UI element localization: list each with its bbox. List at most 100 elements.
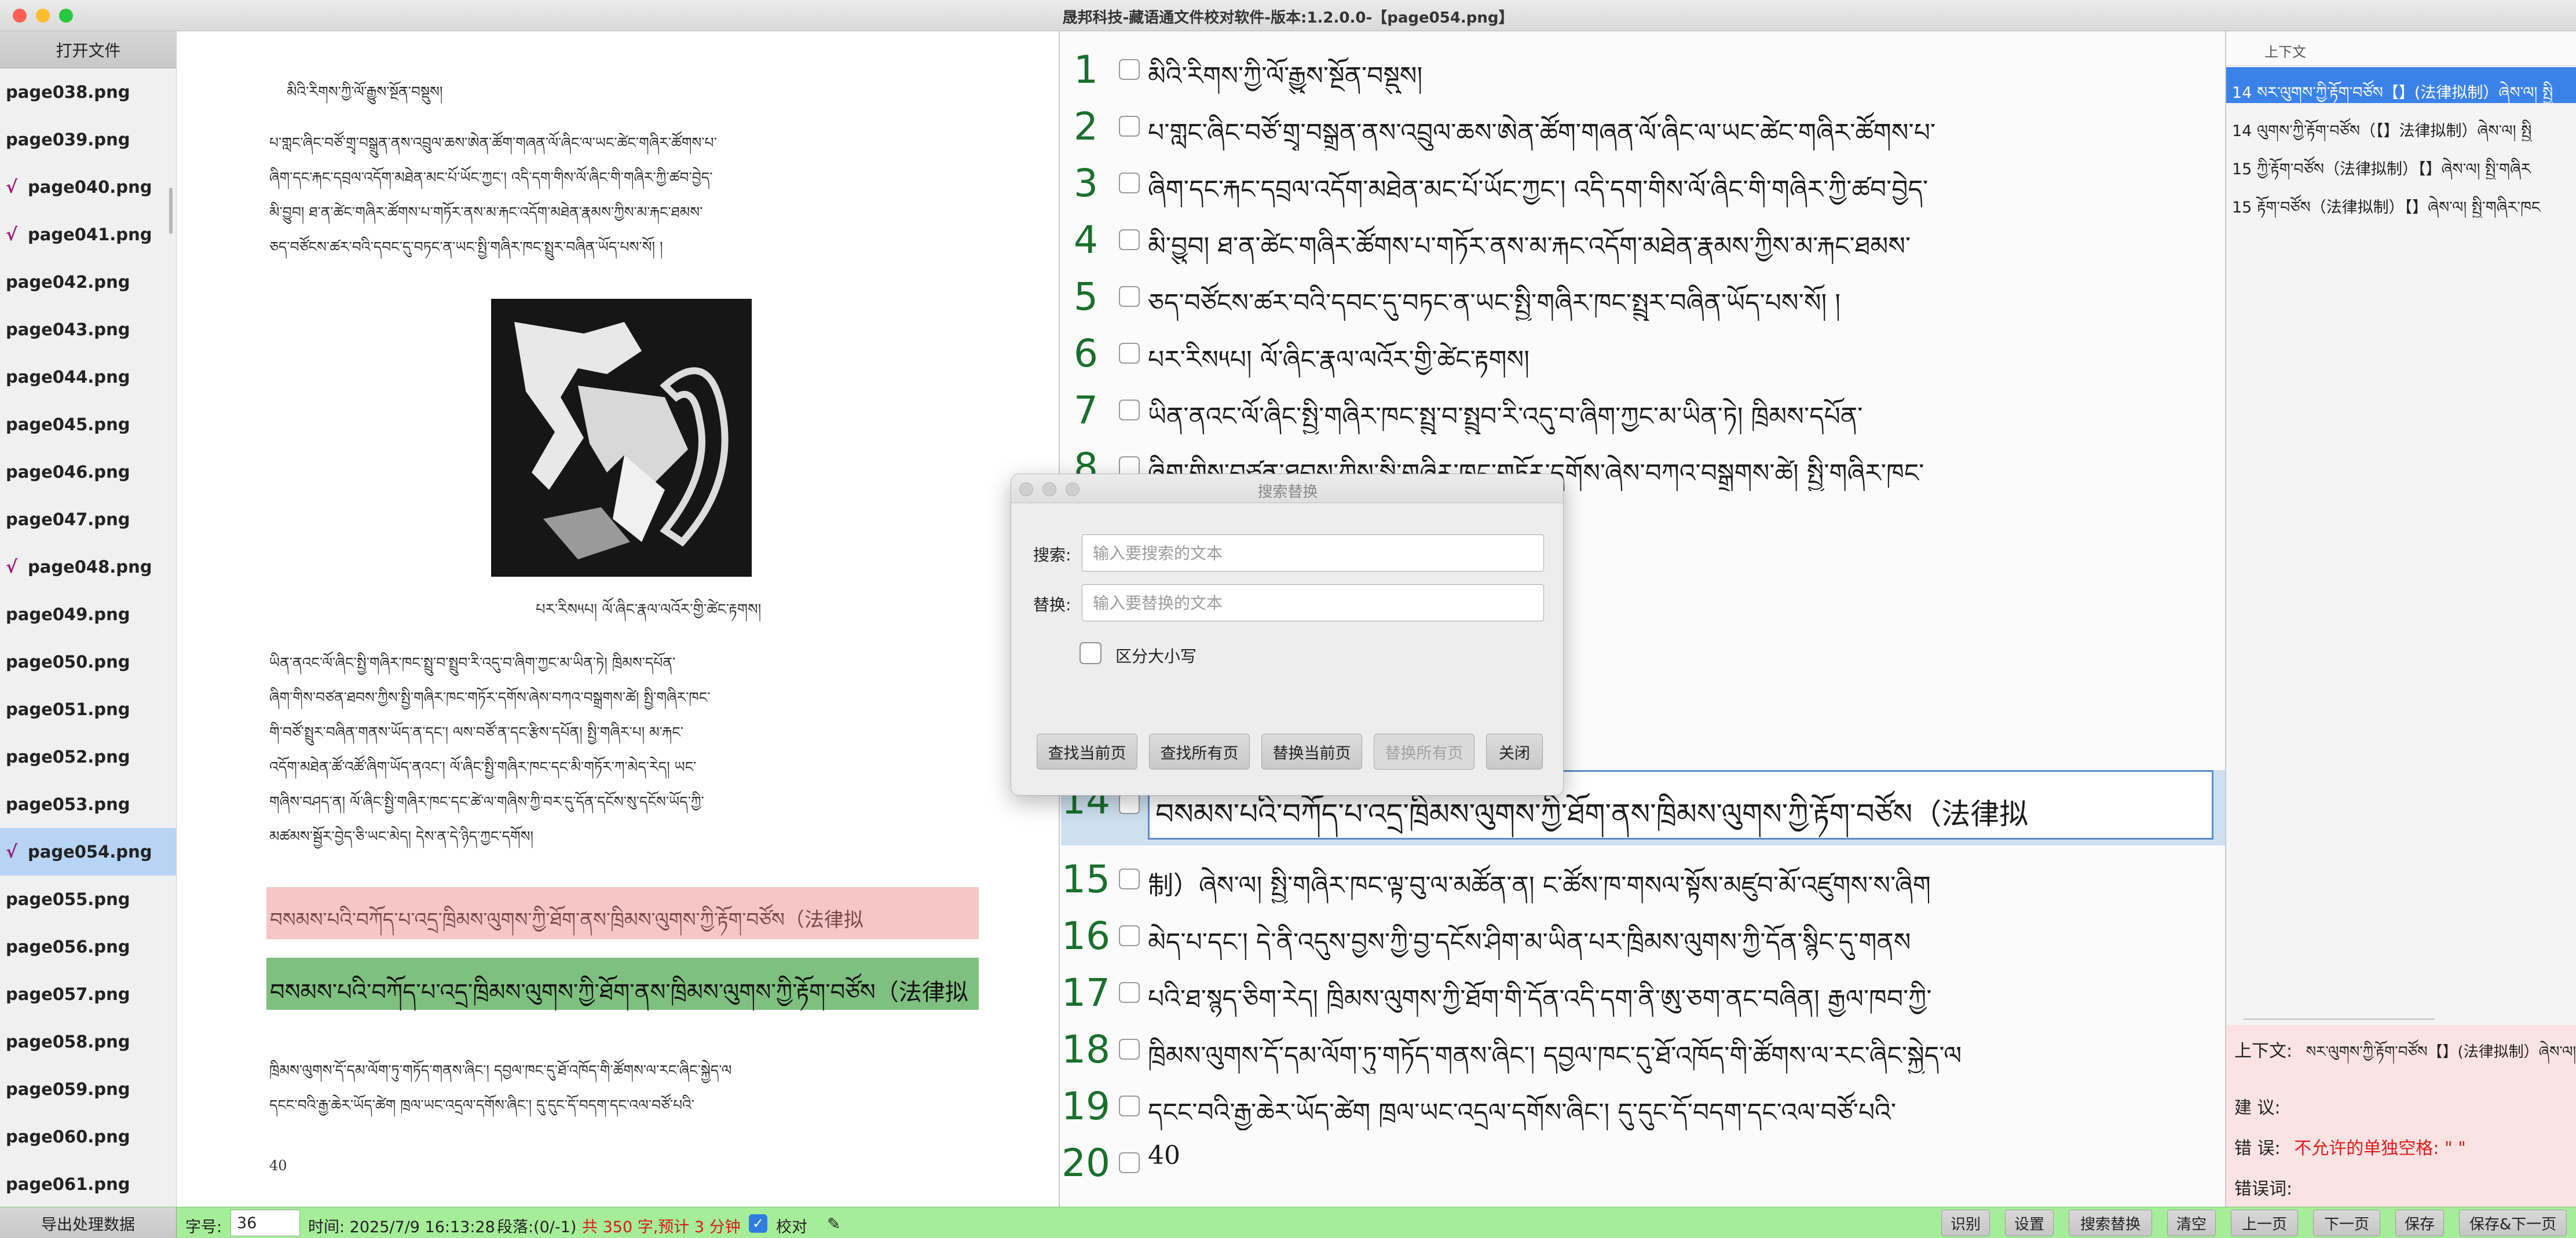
file-item[interactable]: page060.png: [0, 1113, 176, 1160]
line-checkbox[interactable]: [1119, 59, 1140, 80]
file-item[interactable]: √ page041.png: [0, 211, 176, 258]
line-text-field[interactable]: མིའི་རིགས་ཀྱི་ལོ་རྒྱུས་སྔོན་བསྡུས།: [1148, 47, 2213, 94]
file-item[interactable]: page038.png: [0, 68, 176, 116]
search-replace-dialog: 搜索替换 搜索: 替换: 区分大小写 查找当前页 查找所有页 替换当前页 替换所…: [1011, 474, 1564, 796]
context-item[interactable]: 14 ལུགས་ཀྱི་རྟོག་བཙོས（【】法律拟制）ཞེས་ལ། སྤྱི: [2226, 105, 2576, 141]
file-item[interactable]: page057.png: [0, 970, 176, 1018]
line-checkbox[interactable]: [1119, 343, 1140, 364]
file-item-label: page047.png: [6, 510, 130, 529]
replace-all-pages-button[interactable]: 替换所有页: [1374, 734, 1474, 770]
proof-checkbox[interactable]: ✓: [749, 1214, 767, 1233]
dialog-close-button[interactable]: 关闭: [1486, 734, 1543, 770]
find-all-pages-button[interactable]: 查找所有页: [1149, 734, 1250, 770]
line-text-field[interactable]: ཅད་བཙོངས་ཚར་བའི་དབང་དུ་བཏང་ན་ཡང་སྤྱི་གཞི…: [1148, 274, 2213, 321]
file-item[interactable]: page059.png: [0, 1065, 176, 1113]
line-checkbox[interactable]: [1119, 400, 1140, 420]
editor-line: 2 པ་གླང་ཞིང་བཙོ་གྲྭ་བསྒྲུན་ནས་འབྲུལ་ཆས་ཨེ…: [1061, 98, 2225, 154]
line-text-field[interactable]: 制）ཞེས་ལ། སྤྱི་གཞིར་ཁང་ལྟ་བུ་ལ་མཚོན་ན། ང་…: [1148, 857, 2213, 903]
line-checkbox[interactable]: [1119, 869, 1140, 889]
file-item[interactable]: page045.png: [0, 401, 176, 448]
open-file-button[interactable]: 打开文件: [0, 31, 176, 68]
line-text-field[interactable]: མི་བྱུབ། ཐ་ན་ཚེང་གཞིར་ཚོགས་པ་གཏོར་ནས་མ་ར…: [1148, 218, 2213, 264]
line-number: 16: [1062, 914, 1110, 958]
line-checkbox[interactable]: [1119, 793, 1140, 814]
clear-button[interactable]: 清空: [2167, 1210, 2216, 1236]
file-item[interactable]: page042.png: [0, 258, 176, 306]
context-panel: 上下文 14 སར་ལུགས་ཀྱི་རྟོག་བཙོས【】(法律拟制）ཞེས་…: [2225, 31, 2576, 1207]
line-text-field[interactable]: ཡིན་ནའང་ལོ་ཞིང་སྤྱི་གཞིར་ཁང་སྤྲུ་བ་སྤྲུབ…: [1148, 388, 2213, 434]
file-item[interactable]: page047.png: [0, 496, 176, 543]
line-checkbox[interactable]: [1119, 173, 1140, 193]
file-item[interactable]: page053.png: [0, 781, 176, 828]
file-item-label: page039.png: [6, 130, 130, 149]
dialog-maximize-dot[interactable]: [1066, 482, 1080, 496]
highlight-red-text: བསམས་པའི་བཀོད་པ་འདྲ་ཁྲིམས་ལུགས་ཀྱི་ཐོག་ན…: [270, 909, 863, 932]
checkmark-icon: √: [6, 224, 18, 245]
file-item[interactable]: page039.png: [0, 116, 176, 163]
find-current-page-button[interactable]: 查找当前页: [1037, 734, 1137, 770]
file-item[interactable]: page046.png: [0, 448, 176, 496]
search-replace-button[interactable]: 搜索替换: [2069, 1210, 2152, 1236]
font-size-input[interactable]: [230, 1210, 300, 1236]
dialog-close-dot[interactable]: [1019, 482, 1033, 496]
file-item-label: page043.png: [6, 320, 130, 339]
line-text-field[interactable]: པ་གླང་ཞིང་བཙོ་གྲྭ་བསྒྲུན་ནས་འབྲུལ་ཆས་ཨེན…: [1148, 104, 2213, 151]
line-checkbox[interactable]: [1119, 1039, 1140, 1060]
file-item[interactable]: page056.png: [0, 923, 176, 970]
file-item[interactable]: page052.png: [0, 733, 176, 781]
file-item[interactable]: page051.png: [0, 686, 176, 733]
line-text-field[interactable]: པའི་ཐ་སྙད་ཅིག་རེད། ཁྲིམས་ལུགས་ཀྱི་ཐོག་གི…: [1148, 970, 2213, 1017]
search-input[interactable]: [1082, 534, 1544, 572]
line-text-field[interactable]: པར་རིས༥པ། ལོ་ཞིང་རྣལ་ལའོར་གྱི་ཚེང་རྟགས།: [1148, 331, 2213, 378]
file-item[interactable]: √ page048.png: [0, 543, 176, 591]
detail-error-word: 错误词:: [2234, 1174, 2292, 1200]
line-checkbox[interactable]: [1119, 116, 1140, 137]
figure-caption: པར་རིས༥པ། ལོ་ཞིང་རྣལ་ལའོར་གྱི་ཚེང་རྟགས།: [536, 601, 762, 618]
file-sidebar: 打开文件 page038.png page039.png √ page040.png √…: [0, 31, 177, 1207]
line-number: 1: [1074, 47, 1098, 92]
file-item[interactable]: page061.png: [0, 1160, 176, 1207]
file-item[interactable]: √ page054.png: [0, 828, 176, 876]
line-text-field[interactable]: མེད་པ་དང་། དེ་ནི་འདུས་བྱས་ཀྱི་བྱ་དངོས་ཤི…: [1148, 914, 2213, 960]
line-text-field[interactable]: ཁྲིམས་ལུགས་དོ་དམ་ལོག་ཏུ་གཏོད་གནས་ཞིང་། ད…: [1148, 1027, 2213, 1074]
settings-button[interactable]: 设置: [2005, 1210, 2054, 1236]
context-item[interactable]: 14 སར་ལུགས་ཀྱི་རྟོག་བཙོས【】(法律拟制）ཞེས་ལ། ས…: [2226, 67, 2576, 103]
file-item[interactable]: page044.png: [0, 353, 176, 401]
proof-label: 校对: [776, 1218, 807, 1236]
prev-page-button[interactable]: 上一页: [2231, 1210, 2298, 1236]
file-item[interactable]: page058.png: [0, 1018, 176, 1065]
image-page-number: 40: [269, 1158, 287, 1174]
next-page-button[interactable]: 下一页: [2313, 1210, 2380, 1236]
edit-icon[interactable]: ✎: [827, 1214, 840, 1233]
line-checkbox[interactable]: [1119, 286, 1140, 307]
recognize-button[interactable]: 识别: [1941, 1210, 1990, 1236]
export-data-button[interactable]: 导出处理数据: [0, 1207, 177, 1238]
line-number: 2: [1074, 104, 1098, 149]
file-item-label: page041.png: [28, 225, 152, 244]
line-text-field[interactable]: དངང་བའི་རྒྱ་ཆེར་ཡོད་ཚེག ཁྲལ་ཡང་འདྲལ་དགོས…: [1148, 1084, 2213, 1130]
line-checkbox[interactable]: [1119, 925, 1140, 946]
line-checkbox[interactable]: [1119, 982, 1140, 1003]
file-item[interactable]: √ page040.png: [0, 163, 176, 211]
save-button[interactable]: 保存: [2395, 1210, 2444, 1236]
line-text-field[interactable]: 40: [1148, 1141, 2213, 1187]
file-list-scrollbar[interactable]: [169, 188, 173, 234]
file-item[interactable]: page049.png: [0, 591, 176, 638]
context-item[interactable]: 15 རྟོག་བཙོས（法律拟制）【】ཞེས་ལ། སྤྱི་གཞིར་ཁང: [2226, 182, 2576, 218]
replace-current-page-button[interactable]: 替换当前页: [1261, 734, 1362, 770]
line-checkbox[interactable]: [1119, 229, 1140, 250]
file-item-label: page054.png: [28, 842, 152, 862]
file-item[interactable]: page050.png: [0, 638, 176, 686]
replace-input[interactable]: [1082, 584, 1544, 621]
file-item[interactable]: page043.png: [0, 306, 176, 353]
line-checkbox[interactable]: [1119, 1152, 1140, 1173]
save-next-button[interactable]: 保存&下一页: [2459, 1210, 2567, 1236]
line-number: 4: [1074, 218, 1098, 262]
line-checkbox[interactable]: [1119, 1096, 1140, 1116]
context-item[interactable]: 15 ཀྱི་རྟོག་བཙོས（法律拟制）【】ཞེས་ལ། སྤྱི་གཞིར: [2226, 144, 2576, 180]
dialog-minimize-dot[interactable]: [1042, 482, 1056, 496]
line-text-field[interactable]: ཞིག་དང་རྐང་དབྲལ་འདོག་མཐེན་མང་པོ་ཡོང་ཀྱང་…: [1148, 161, 2213, 207]
file-item-label: page059.png: [6, 1079, 130, 1099]
file-item[interactable]: page055.png: [0, 876, 176, 923]
case-sensitive-checkbox[interactable]: [1080, 642, 1102, 664]
